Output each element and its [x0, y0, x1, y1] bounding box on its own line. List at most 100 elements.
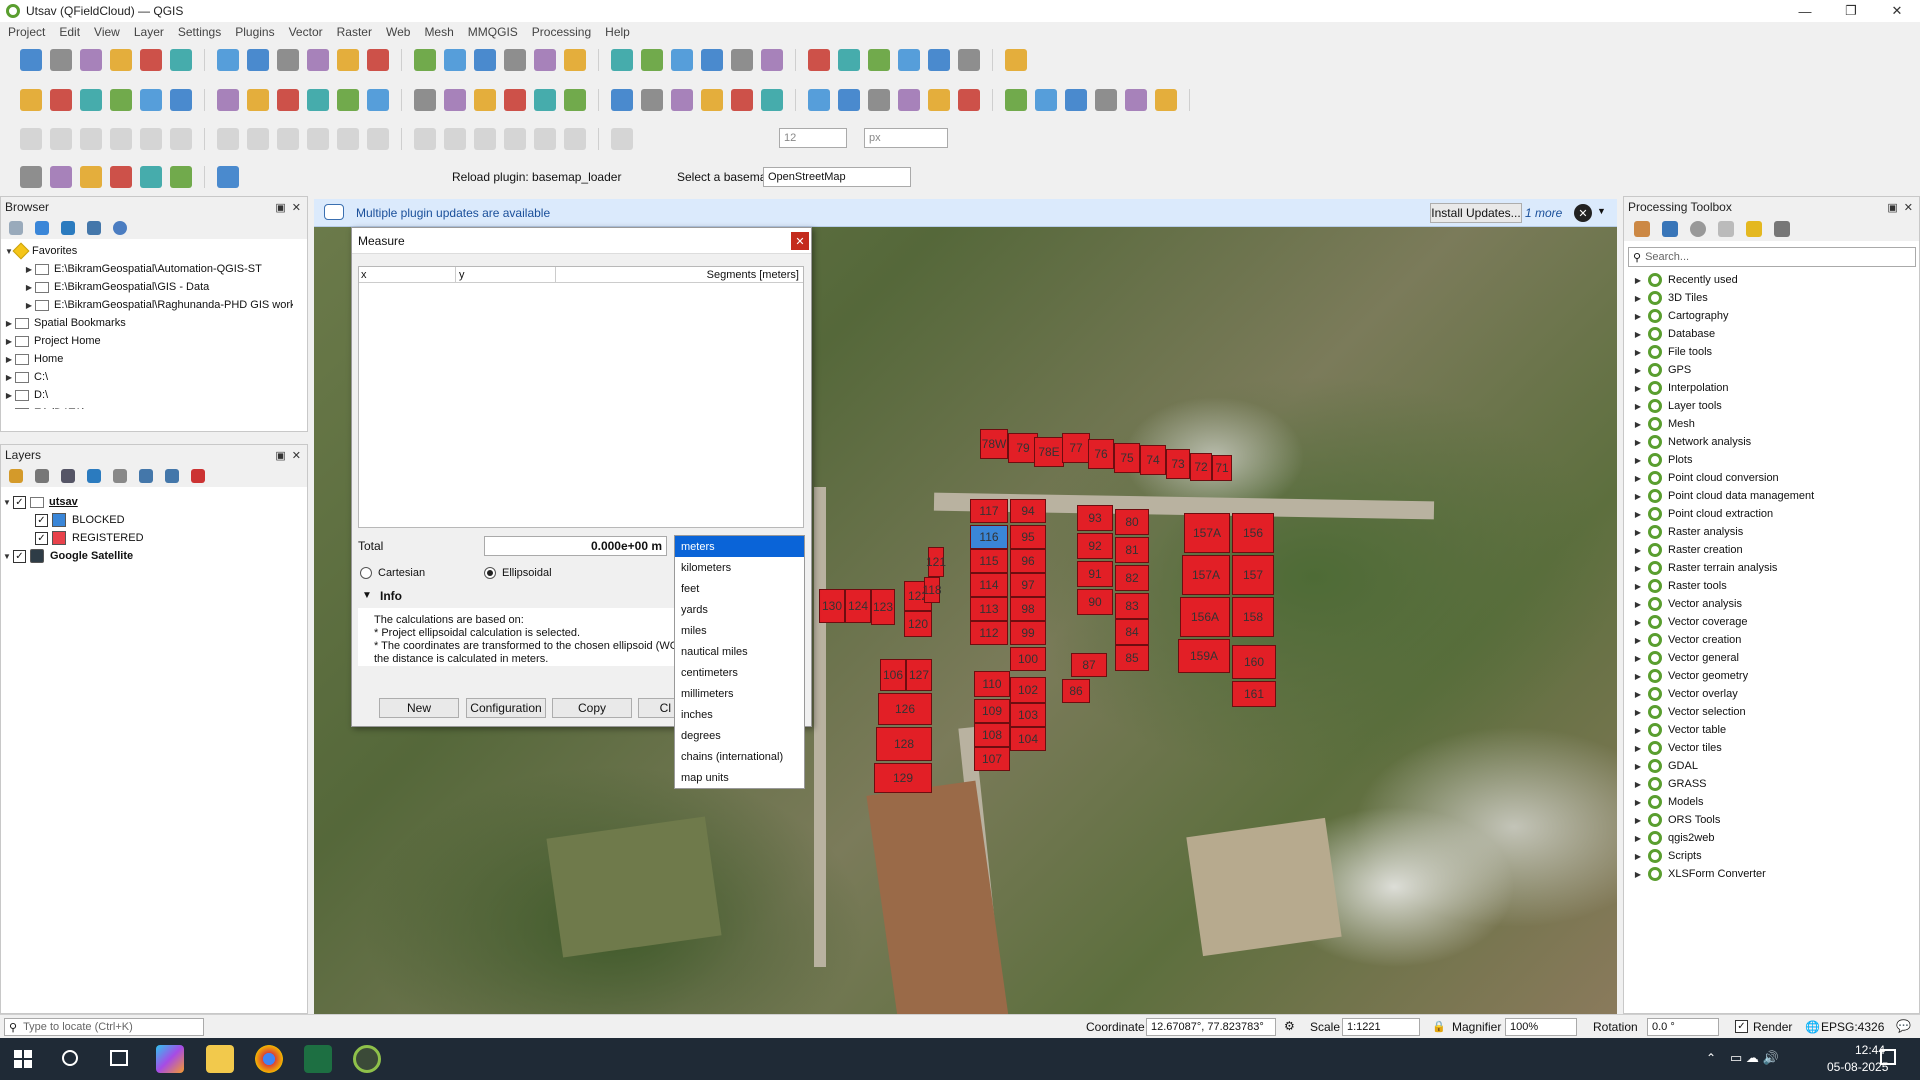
processing-provider-item[interactable]: ▶ Vector selection	[1632, 703, 1914, 721]
expand-arrow-icon[interactable]: ▶	[1632, 402, 1644, 411]
map-plot-polygon[interactable]: 112	[970, 621, 1008, 645]
notifications-icon[interactable]	[1880, 1049, 1896, 1065]
close-window-button[interactable]: ✕	[1874, 0, 1920, 22]
edit-features-icon[interactable]	[1746, 221, 1762, 237]
processing-provider-item[interactable]: ▶ Plots	[1632, 451, 1914, 469]
map-plot-polygon[interactable]: 118	[922, 577, 942, 603]
toolbar-tool-icon[interactable]	[337, 49, 359, 71]
toolbar-tool-icon[interactable]	[1005, 49, 1027, 71]
scale-select[interactable]: 1:1221	[1342, 1018, 1420, 1036]
expand-arrow-icon[interactable]: ▶	[1632, 600, 1644, 609]
processing-provider-item[interactable]: ▶ Recently used	[1632, 271, 1914, 289]
processing-provider-item[interactable]: ▶ 3D Tiles	[1632, 289, 1914, 307]
map-plot-polygon[interactable]: 129	[874, 763, 932, 793]
toolbar-tool-icon[interactable]	[277, 49, 299, 71]
results-icon[interactable]	[1718, 221, 1734, 237]
more-link[interactable]: 1 more	[1525, 206, 1562, 220]
expand-arrow-icon[interactable]: ▶	[1632, 294, 1644, 303]
map-plot-polygon[interactable]: 74	[1140, 445, 1166, 475]
expand-arrow-icon[interactable]: ▶	[1632, 834, 1644, 843]
toolbar-tool-icon[interactable]	[534, 128, 556, 150]
toolbar-tool-icon[interactable]	[110, 166, 132, 188]
models-icon[interactable]	[1634, 221, 1650, 237]
browser-item[interactable]: ▶ E:\BikramGeospatial\Automation-QGIS-ST	[1, 260, 293, 278]
map-plot-polygon[interactable]: 157A	[1182, 555, 1230, 595]
toolbar-tool-icon[interactable]	[474, 89, 496, 111]
tray-chevron-icon[interactable]: ⌃	[1706, 1051, 1716, 1065]
toolbar-tool-icon[interactable]	[337, 128, 359, 150]
expression-filter-icon[interactable]	[113, 469, 127, 483]
toolbar-tool-icon[interactable]	[474, 49, 496, 71]
expand-arrow-icon[interactable]: ▶	[1632, 510, 1644, 519]
tray-icons[interactable]: ▭ ☁ 🔊	[1730, 1050, 1779, 1066]
toolbar-tool-icon[interactable]	[504, 128, 526, 150]
menu-item[interactable]: Layer	[134, 25, 164, 39]
toolbar-tool-icon[interactable]	[110, 89, 132, 111]
map-plot-polygon[interactable]: 158	[1232, 597, 1274, 637]
close-icon[interactable]: ✕	[791, 232, 809, 250]
options-icon[interactable]	[1774, 221, 1790, 237]
crs-button[interactable]: EPSG:4326	[1821, 1020, 1884, 1034]
coordinate-field[interactable]: 12.67087°, 77.823783°	[1146, 1018, 1276, 1036]
toolbar-tool-icon[interactable]	[307, 49, 329, 71]
menu-item[interactable]: Help	[605, 25, 630, 39]
toolbar-tool-icon[interactable]	[808, 49, 830, 71]
locate-input[interactable]: ⚲ Type to locate (Ctrl+K)	[4, 1018, 204, 1036]
map-plot-polygon[interactable]: 80	[1115, 509, 1149, 535]
processing-provider-item[interactable]: ▶ GPS	[1632, 361, 1914, 379]
expand-arrow-icon[interactable]: ▶	[3, 391, 15, 400]
menu-item[interactable]: Vector	[289, 25, 323, 39]
manage-theme-icon[interactable]	[61, 469, 75, 483]
toolbar-tool-icon[interactable]	[641, 89, 663, 111]
dismiss-icon[interactable]: ✕	[1574, 204, 1592, 222]
rotation-field[interactable]: 0.0 °	[1647, 1018, 1719, 1036]
processing-provider-item[interactable]: ▶ Point cloud conversion	[1632, 469, 1914, 487]
unit-option[interactable]: yards	[675, 599, 804, 620]
toolbar-tool-icon[interactable]	[170, 49, 192, 71]
toolbar-tool-icon[interactable]	[731, 49, 753, 71]
layer-checkbox[interactable]: ✓	[13, 549, 26, 563]
chrome-icon[interactable]	[255, 1045, 283, 1073]
toolbar-tool-icon[interactable]	[928, 89, 950, 111]
processing-provider-item[interactable]: ▶ ORS Tools	[1632, 811, 1914, 829]
expand-arrow-icon[interactable]: ▶	[1632, 762, 1644, 771]
map-plot-polygon[interactable]: 98	[1010, 597, 1046, 621]
expand-arrow-icon[interactable]: ▶	[1632, 852, 1644, 861]
toolbar-tool-icon[interactable]	[110, 128, 132, 150]
measure-table[interactable]: x y Segments [meters]	[358, 266, 804, 528]
toolbar-tool-icon[interactable]	[277, 89, 299, 111]
install-updates-button[interactable]: Install Updates...	[1430, 203, 1522, 223]
map-plot-polygon[interactable]: 84	[1115, 619, 1149, 645]
map-plot-polygon[interactable]: 126	[878, 693, 932, 725]
map-plot-polygon[interactable]: 130	[819, 589, 845, 623]
toolbar-tool-icon[interactable]	[564, 49, 586, 71]
toolbar-tool-icon[interactable]	[1125, 89, 1147, 111]
magnifier-field[interactable]: 100%	[1505, 1018, 1577, 1036]
browser-item[interactable]: ▶ E:\BikramGeospatial\GIS - Data	[1, 278, 293, 296]
processing-provider-item[interactable]: ▶ Cartography	[1632, 307, 1914, 325]
task-view-icon[interactable]	[110, 1050, 128, 1066]
close-panel-icon[interactable]: ✕	[1904, 201, 1913, 214]
close-panel-icon[interactable]: ✕	[292, 449, 301, 462]
units-dropdown[interactable]: meters kilometers feet yards miles nautical m…	[674, 535, 805, 789]
map-plot-polygon[interactable]: 120	[904, 611, 932, 637]
toolbar-tool-icon[interactable]	[140, 166, 162, 188]
search-input[interactable]: Search...	[1645, 251, 1689, 263]
map-plot-polygon[interactable]: 156A	[1180, 597, 1230, 637]
map-plot-polygon[interactable]: 81	[1115, 537, 1149, 563]
expand-arrow-icon[interactable]: ▶	[1632, 870, 1644, 879]
toolbar-tool-icon[interactable]	[247, 49, 269, 71]
expand-arrow-icon[interactable]: ▶	[3, 319, 15, 328]
processing-provider-item[interactable]: ▶ Interpolation	[1632, 379, 1914, 397]
map-plot-polygon[interactable]: 109	[974, 699, 1010, 723]
expand-arrow-icon[interactable]: ▶	[1632, 564, 1644, 573]
map-plot-polygon[interactable]: 90	[1077, 589, 1113, 615]
unit-option[interactable]: feet	[675, 578, 804, 599]
layer-group-row[interactable]: ▼ ✓ utsav	[1, 493, 307, 511]
search-icon[interactable]	[62, 1050, 78, 1066]
minimize-button[interactable]: —	[1782, 0, 1828, 22]
map-plot-polygon[interactable]: 113	[970, 597, 1008, 621]
lock-icon[interactable]: 🔒	[1432, 1020, 1446, 1033]
processing-provider-item[interactable]: ▶ Mesh	[1632, 415, 1914, 433]
expand-arrow-icon[interactable]: ▶	[1632, 456, 1644, 465]
